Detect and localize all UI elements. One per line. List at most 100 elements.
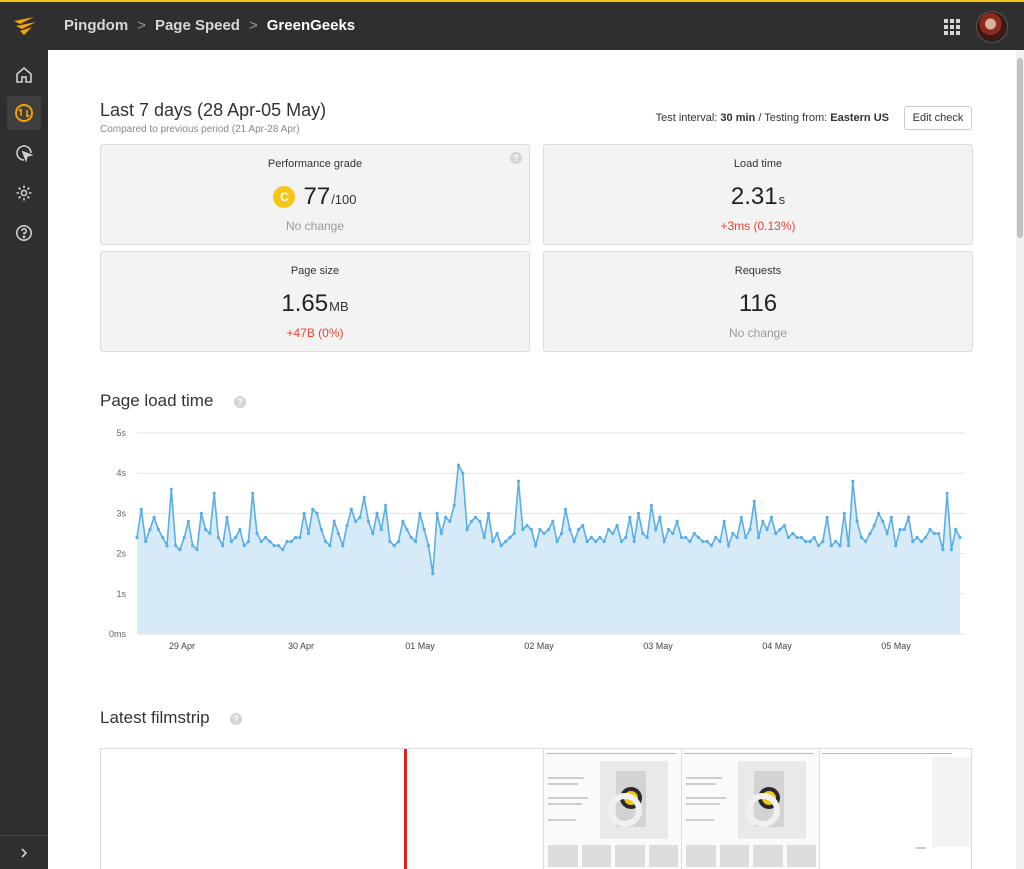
data-point[interactable]: [799, 535, 804, 540]
data-point[interactable]: [611, 531, 615, 536]
data-point[interactable]: [401, 519, 405, 523]
data-point[interactable]: [705, 539, 709, 544]
data-point[interactable]: [615, 523, 619, 528]
data-point[interactable]: [774, 531, 778, 536]
data-point[interactable]: [744, 535, 748, 540]
data-point[interactable]: [379, 527, 383, 532]
data-point[interactable]: [911, 539, 915, 544]
data-point[interactable]: [272, 544, 276, 548]
data-point[interactable]: [255, 531, 259, 536]
data-point[interactable]: [564, 507, 568, 511]
data-point[interactable]: [405, 527, 409, 532]
data-point[interactable]: [332, 519, 336, 523]
data-point[interactable]: [216, 535, 220, 540]
data-point[interactable]: [932, 531, 936, 536]
data-point[interactable]: [148, 527, 152, 532]
data-point[interactable]: [761, 519, 765, 523]
data-point[interactable]: [628, 515, 632, 519]
data-point[interactable]: [499, 544, 503, 548]
data-point[interactable]: [465, 527, 469, 532]
sidebar-item-home[interactable]: [7, 58, 41, 92]
data-point[interactable]: [135, 535, 139, 540]
data-point[interactable]: [872, 523, 876, 528]
data-point[interactable]: [851, 479, 855, 483]
sidebar-expand-button[interactable]: [0, 835, 48, 869]
data-point[interactable]: [954, 527, 958, 532]
data-point[interactable]: [204, 527, 208, 532]
filmstrip-frame[interactable]: [819, 749, 971, 869]
data-point[interactable]: [924, 535, 928, 540]
data-point[interactable]: [958, 535, 962, 540]
avatar[interactable]: [976, 11, 1008, 43]
data-point[interactable]: [821, 539, 825, 544]
sidebar-item-settings[interactable]: [7, 176, 41, 210]
data-point[interactable]: [684, 535, 688, 540]
data-point[interactable]: [671, 531, 675, 536]
data-point[interactable]: [178, 548, 182, 552]
sidebar-item-help[interactable]: [7, 216, 41, 250]
data-point[interactable]: [602, 539, 606, 544]
data-point[interactable]: [666, 527, 671, 532]
data-point[interactable]: [242, 544, 246, 548]
data-point[interactable]: [855, 519, 859, 523]
data-point[interactable]: [161, 535, 165, 540]
data-point[interactable]: [268, 539, 272, 544]
data-point[interactable]: [877, 511, 881, 515]
data-point[interactable]: [448, 519, 452, 523]
filmstrip-frame[interactable]: [681, 749, 819, 869]
data-point[interactable]: [345, 523, 349, 528]
data-point[interactable]: [538, 527, 542, 532]
data-point[interactable]: [756, 535, 761, 540]
data-point[interactable]: [195, 548, 199, 552]
data-point[interactable]: [371, 531, 375, 536]
data-point[interactable]: [431, 572, 435, 576]
data-point[interactable]: [298, 535, 302, 540]
data-point[interactable]: [469, 519, 473, 523]
data-point[interactable]: [649, 503, 654, 507]
data-point[interactable]: [186, 519, 190, 523]
data-point[interactable]: [315, 511, 319, 515]
data-point[interactable]: [928, 527, 932, 532]
data-point[interactable]: [225, 515, 229, 519]
data-point[interactable]: [555, 539, 559, 544]
data-point[interactable]: [289, 539, 293, 544]
data-point[interactable]: [808, 539, 812, 544]
data-point[interactable]: [508, 535, 512, 540]
filmstrip[interactable]: [100, 748, 972, 869]
data-point[interactable]: [349, 507, 353, 511]
breadcrumb-item-page-speed[interactable]: Page Speed: [155, 17, 240, 34]
data-point[interactable]: [885, 531, 889, 536]
data-point[interactable]: [804, 539, 808, 544]
data-point[interactable]: [945, 491, 949, 495]
data-point[interactable]: [581, 523, 585, 528]
data-point[interactable]: [336, 531, 341, 536]
data-point[interactable]: [696, 535, 701, 540]
filmstrip-frame[interactable]: [543, 749, 681, 869]
data-point[interactable]: [191, 544, 195, 548]
data-point[interactable]: [636, 511, 641, 515]
data-point[interactable]: [474, 515, 478, 519]
data-point[interactable]: [525, 523, 529, 528]
scrollbar-thumb[interactable]: [1017, 58, 1023, 238]
data-point[interactable]: [842, 511, 846, 515]
data-point[interactable]: [144, 539, 148, 544]
data-point[interactable]: [645, 535, 649, 540]
data-point[interactable]: [859, 535, 864, 540]
vertical-scrollbar[interactable]: [1016, 50, 1024, 869]
data-point[interactable]: [941, 548, 945, 552]
data-point[interactable]: [358, 515, 362, 519]
data-point[interactable]: [825, 515, 829, 519]
data-point[interactable]: [949, 548, 954, 552]
data-point[interactable]: [542, 531, 546, 536]
data-point[interactable]: [435, 511, 439, 515]
sidebar-item-page-speed[interactable]: [7, 96, 41, 130]
data-point[interactable]: [692, 531, 696, 536]
data-point[interactable]: [585, 539, 589, 544]
data-point[interactable]: [662, 539, 666, 544]
filmstrip-time-marker[interactable]: [404, 749, 407, 869]
data-point[interactable]: [362, 495, 366, 499]
data-point[interactable]: [894, 544, 898, 548]
data-point[interactable]: [328, 544, 332, 548]
data-point[interactable]: [495, 531, 499, 536]
data-point[interactable]: [294, 535, 298, 540]
